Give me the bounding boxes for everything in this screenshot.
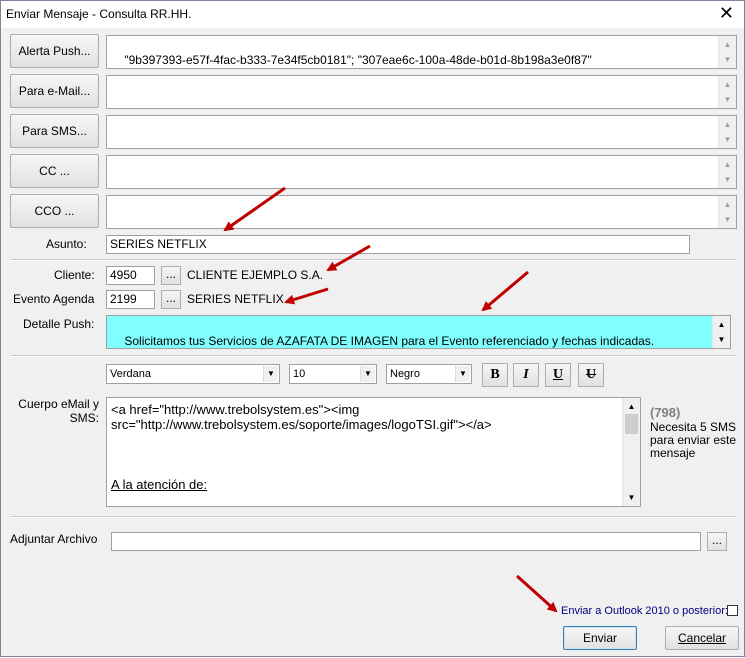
asunto-label: Asunto:	[46, 237, 87, 251]
strikethrough-button[interactable]: U	[578, 363, 604, 387]
para-email-field[interactable]: ▲ ▼	[106, 75, 737, 109]
scroll-up-icon[interactable]: ▲	[719, 117, 736, 132]
chevron-down-icon[interactable]: ▼	[360, 366, 375, 382]
cco-button[interactable]: CCO ...	[10, 194, 99, 228]
separator	[11, 259, 737, 261]
cuerpo-line: <a href="http://www.trebolsystem.es"><im…	[111, 402, 360, 417]
cc-scrollbar[interactable]: ▲ ▼	[718, 156, 736, 188]
cliente-label: Cliente:	[54, 268, 95, 282]
separator	[11, 355, 737, 357]
arrow-detalle	[481, 270, 529, 312]
evento-code-input[interactable]: 2199	[106, 290, 155, 309]
scroll-down-icon[interactable]: ▼	[719, 172, 736, 187]
sms-char-count: (798)	[650, 405, 681, 420]
cuerpo-blank	[111, 432, 620, 477]
cco-scrollbar[interactable]: ▲ ▼	[718, 196, 736, 228]
arrow-outlook	[515, 574, 558, 613]
detalle-scrollbar[interactable]: ▲ ▼	[712, 316, 730, 348]
scroll-thumb[interactable]	[625, 414, 638, 434]
cuerpo-label: Cuerpo eMail y SMS:	[18, 397, 99, 425]
alerta-push-value: "9b397393-e57f-4fac-b333-7e34f5cb0181"; …	[124, 53, 592, 67]
cliente-name: CLIENTE EJEMPLO S.A.	[187, 268, 324, 282]
dialog-window: Enviar Mensaje - Consulta RR.HH. ✕ Alert…	[0, 0, 745, 657]
outlook-label: Enviar a Outlook 2010 o posterior:	[561, 605, 728, 617]
scroll-up-icon[interactable]: ▲	[719, 197, 736, 212]
chevron-down-icon[interactable]: ▼	[263, 366, 278, 382]
para-email-button[interactable]: Para e-Mail...	[10, 74, 99, 108]
size-select-value: 10	[293, 368, 306, 380]
detalle-push-value: Solicitamos tus Servicios de AZAFATA DE …	[124, 334, 655, 348]
close-icon[interactable]: ✕	[719, 3, 734, 23]
adjuntar-browse-button[interactable]: ...	[707, 532, 727, 551]
cuerpo-editor[interactable]: <a href="http://www.trebolsystem.es"><im…	[106, 397, 641, 507]
outlook-checkbox[interactable]	[727, 605, 738, 616]
scroll-down-icon[interactable]: ▼	[719, 132, 736, 147]
cliente-code-input[interactable]: 4950	[106, 266, 155, 285]
evento-lookup-button[interactable]: ...	[161, 290, 181, 309]
scroll-down-icon[interactable]: ▼	[719, 52, 736, 67]
enviar-label: Enviar	[582, 631, 617, 645]
scroll-down-icon[interactable]: ▼	[719, 92, 736, 107]
chevron-down-icon[interactable]: ▼	[455, 366, 470, 382]
adjuntar-label: Adjuntar Archivo	[10, 532, 98, 546]
scroll-down-icon[interactable]: ▼	[623, 490, 640, 505]
para-sms-scrollbar[interactable]: ▲ ▼	[718, 116, 736, 148]
cc-button[interactable]: CC ...	[10, 154, 99, 188]
bold-button[interactable]: B	[482, 363, 508, 387]
arrow-evento	[284, 287, 329, 305]
alerta-push-scrollbar[interactable]: ▲ ▼	[718, 36, 736, 68]
cco-field[interactable]: ▲ ▼	[106, 195, 737, 229]
para-sms-button[interactable]: Para SMS...	[10, 114, 99, 148]
scroll-up-icon[interactable]: ▲	[719, 77, 736, 92]
para-email-scrollbar[interactable]: ▲ ▼	[718, 76, 736, 108]
underline-button[interactable]: U	[545, 363, 571, 387]
separator	[11, 516, 737, 518]
cuerpo-line: src="http://www.trebolsystem.es/soporte/…	[111, 417, 492, 432]
scroll-up-icon[interactable]: ▲	[719, 157, 736, 172]
cliente-lookup-button[interactable]: ...	[161, 266, 181, 285]
asunto-input[interactable]: SERIES NETFLIX	[106, 235, 690, 254]
scroll-up-icon[interactable]: ▲	[623, 399, 640, 414]
cuerpo-scrollbar[interactable]: ▲ ▼	[622, 398, 640, 506]
enviar-button[interactable]: Enviar	[563, 626, 637, 650]
scroll-up-icon[interactable]: ▲	[719, 37, 736, 52]
cc-field[interactable]: ▲ ▼	[106, 155, 737, 189]
scroll-down-icon[interactable]: ▼	[713, 332, 730, 347]
scroll-down-icon[interactable]: ▼	[719, 212, 736, 227]
sms-info: Necesita 5 SMS para enviar este mensaje	[650, 420, 737, 460]
scroll-up-icon[interactable]: ▲	[713, 317, 730, 332]
size-select[interactable]: 10 ▼	[289, 364, 377, 384]
color-select[interactable]: Negro ▼	[386, 364, 472, 384]
cancelar-label: Cancelar	[677, 631, 727, 645]
alerta-push-field[interactable]: "9b397393-e57f-4fac-b333-7e34f5cb0181"; …	[106, 35, 737, 69]
evento-name: SERIES NETFLIX	[187, 292, 284, 306]
italic-button[interactable]: I	[513, 363, 539, 387]
color-select-value: Negro	[390, 368, 420, 380]
adjuntar-input[interactable]	[111, 532, 701, 551]
detalle-label: Detalle Push:	[23, 317, 95, 331]
evento-label: Evento Agenda	[13, 292, 95, 306]
detalle-push-field[interactable]: Solicitamos tus Servicios de AZAFATA DE …	[106, 315, 731, 349]
alerta-push-button[interactable]: Alerta Push...	[10, 34, 99, 68]
cuerpo-line: A la atención de:	[111, 477, 208, 492]
title-bar: Enviar Mensaje - Consulta RR.HH. ✕	[1, 1, 744, 28]
font-select-value: Verdana	[110, 368, 151, 380]
font-select[interactable]: Verdana ▼	[106, 364, 280, 384]
cancelar-button[interactable]: Cancelar	[665, 626, 739, 650]
para-sms-field[interactable]: ▲ ▼	[106, 115, 737, 149]
window-title: Enviar Mensaje - Consulta RR.HH.	[6, 7, 192, 21]
